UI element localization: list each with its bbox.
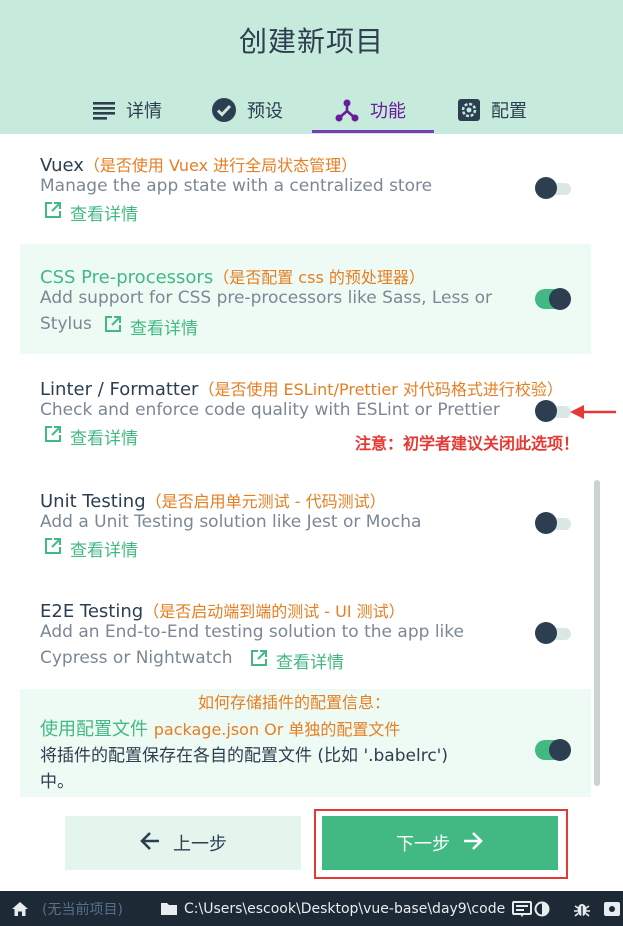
feature-note: （是否使用 ESLint/Prettier 对代码格式进行校验） bbox=[198, 380, 563, 399]
tab-features[interactable]: 功能 bbox=[334, 86, 406, 134]
page-header: 创建新项目 详情 预设 功能 配置 bbox=[0, 0, 623, 134]
arrow-right-icon bbox=[462, 831, 484, 856]
tab-label: 配置 bbox=[491, 101, 527, 122]
css-preprocessors-toggle[interactable] bbox=[535, 288, 571, 310]
more-info-link[interactable]: 查看详情 bbox=[44, 536, 138, 561]
warning-annotation: 注意：初学者建议关闭此选项！ bbox=[355, 434, 580, 453]
scrollbar[interactable] bbox=[594, 480, 600, 786]
wizard-footer: 上一步 下一步 bbox=[0, 805, 623, 891]
current-project[interactable]: (无当前项目) bbox=[42, 891, 123, 926]
arrow-icon bbox=[570, 405, 616, 419]
bug-icon[interactable] bbox=[573, 891, 591, 926]
tab-presets[interactable]: 预设 bbox=[211, 86, 283, 134]
feature-e2e-testing[interactable]: E2E Testing（是否启动端到端的测试 - UI 测试） Add an E… bbox=[20, 584, 591, 684]
external-link-icon bbox=[44, 201, 62, 224]
folder-icon bbox=[160, 891, 178, 926]
more-info-link[interactable]: 查看详情 bbox=[250, 648, 344, 673]
feature-note: （是否配置 css 的预处理器） bbox=[213, 268, 425, 287]
more-info-link[interactable]: 查看详情 bbox=[44, 200, 138, 225]
config-question: 如何存储插件的配置信息： bbox=[198, 693, 391, 712]
feature-description: Add an End-to-End testing solution to th… bbox=[40, 622, 464, 642]
feature-title: Unit Testing（是否启用单元测试 - 代码测试） bbox=[40, 491, 386, 512]
feature-unit-testing[interactable]: Unit Testing（是否启用单元测试 - 代码测试） Add a Unit… bbox=[20, 474, 591, 574]
tab-config[interactable]: 配置 bbox=[457, 86, 527, 134]
feature-description-cont: Stylus bbox=[40, 314, 92, 334]
console-icon[interactable] bbox=[512, 891, 532, 926]
feature-title: CSS Pre-processors（是否配置 css 的预处理器） bbox=[40, 267, 425, 288]
feature-description: Add a Unit Testing solution like Jest or… bbox=[40, 512, 422, 532]
more-info-link[interactable]: 查看详情 bbox=[44, 424, 138, 449]
feature-title: Linter / Formatter（是否使用 ESLint/Prettier … bbox=[40, 379, 563, 400]
config-title: 使用配置文件 package.json Or 单独的配置文件 bbox=[40, 719, 401, 740]
tab-details[interactable]: 详情 bbox=[92, 86, 162, 134]
dark-mode-icon[interactable] bbox=[534, 891, 550, 926]
vuex-toggle[interactable] bbox=[535, 177, 571, 199]
linter-toggle[interactable] bbox=[535, 400, 571, 422]
arrow-left-icon bbox=[139, 831, 161, 856]
tab-bar: 详情 预设 功能 配置 bbox=[0, 86, 623, 134]
feature-description: Add support for CSS pre-processors like … bbox=[40, 288, 493, 308]
external-link-icon bbox=[44, 425, 62, 448]
feature-css-preprocessors[interactable]: CSS Pre-processors（是否配置 css 的预处理器） Add s… bbox=[20, 244, 591, 354]
branch-icon bbox=[334, 97, 360, 123]
app-icon[interactable] bbox=[604, 891, 620, 926]
feature-note: （是否使用 Vuex 进行全局状态管理） bbox=[83, 156, 358, 175]
config-description-cont: 中。 bbox=[40, 772, 74, 792]
tab-label: 预设 bbox=[247, 101, 283, 122]
previous-button[interactable]: 上一步 bbox=[65, 816, 301, 870]
tab-label: 详情 bbox=[126, 101, 162, 122]
list-icon bbox=[92, 100, 116, 120]
feature-title: E2E Testing（是否启动端到端的测试 - UI 测试） bbox=[40, 601, 405, 622]
feature-title: Vuex（是否使用 Vuex 进行全局状态管理） bbox=[40, 155, 358, 176]
page-title: 创建新项目 bbox=[238, 25, 384, 58]
external-link-icon bbox=[104, 315, 122, 338]
feature-list: Vuex（是否使用 Vuex 进行全局状态管理） Manage the app … bbox=[0, 134, 623, 805]
config-file-toggle[interactable] bbox=[535, 739, 571, 761]
check-circle-icon bbox=[211, 97, 237, 123]
feature-description: Check and enforce code quality with ESLi… bbox=[40, 400, 500, 420]
active-tab-indicator bbox=[312, 130, 434, 133]
config-location-option[interactable]: 如何存储插件的配置信息： 使用配置文件 package.json Or 单独的配… bbox=[20, 689, 591, 797]
current-path[interactable]: C:\Users\escook\Desktop\vue-base\day9\co… bbox=[184, 891, 505, 926]
feature-note: （是否启动端到端的测试 - UI 测试） bbox=[143, 602, 405, 621]
config-description: 将插件的配置保存在各自的配置文件 (比如 '.babelrc') bbox=[40, 746, 448, 766]
status-bar: (无当前项目) C:\Users\escook\Desktop\vue-base… bbox=[0, 891, 623, 926]
e2e-testing-toggle[interactable] bbox=[535, 622, 571, 644]
next-button[interactable]: 下一步 bbox=[322, 816, 558, 870]
feature-description: Manage the app state with a centralized … bbox=[40, 176, 433, 196]
unit-testing-toggle[interactable] bbox=[535, 512, 571, 534]
external-link-icon bbox=[44, 537, 62, 560]
gear-icon bbox=[457, 98, 481, 122]
config-note: package.json Or 单独的配置文件 bbox=[153, 720, 401, 739]
home-icon[interactable] bbox=[11, 891, 29, 926]
feature-note: （是否启用单元测试 - 代码测试） bbox=[145, 492, 386, 511]
more-info-link[interactable]: 查看详情 bbox=[104, 314, 198, 339]
tab-label: 功能 bbox=[370, 101, 406, 122]
feature-vuex[interactable]: Vuex（是否使用 Vuex 进行全局状态管理） Manage the app … bbox=[20, 134, 591, 234]
external-link-icon bbox=[250, 649, 268, 672]
feature-description-cont: Cypress or Nightwatch bbox=[40, 648, 233, 668]
